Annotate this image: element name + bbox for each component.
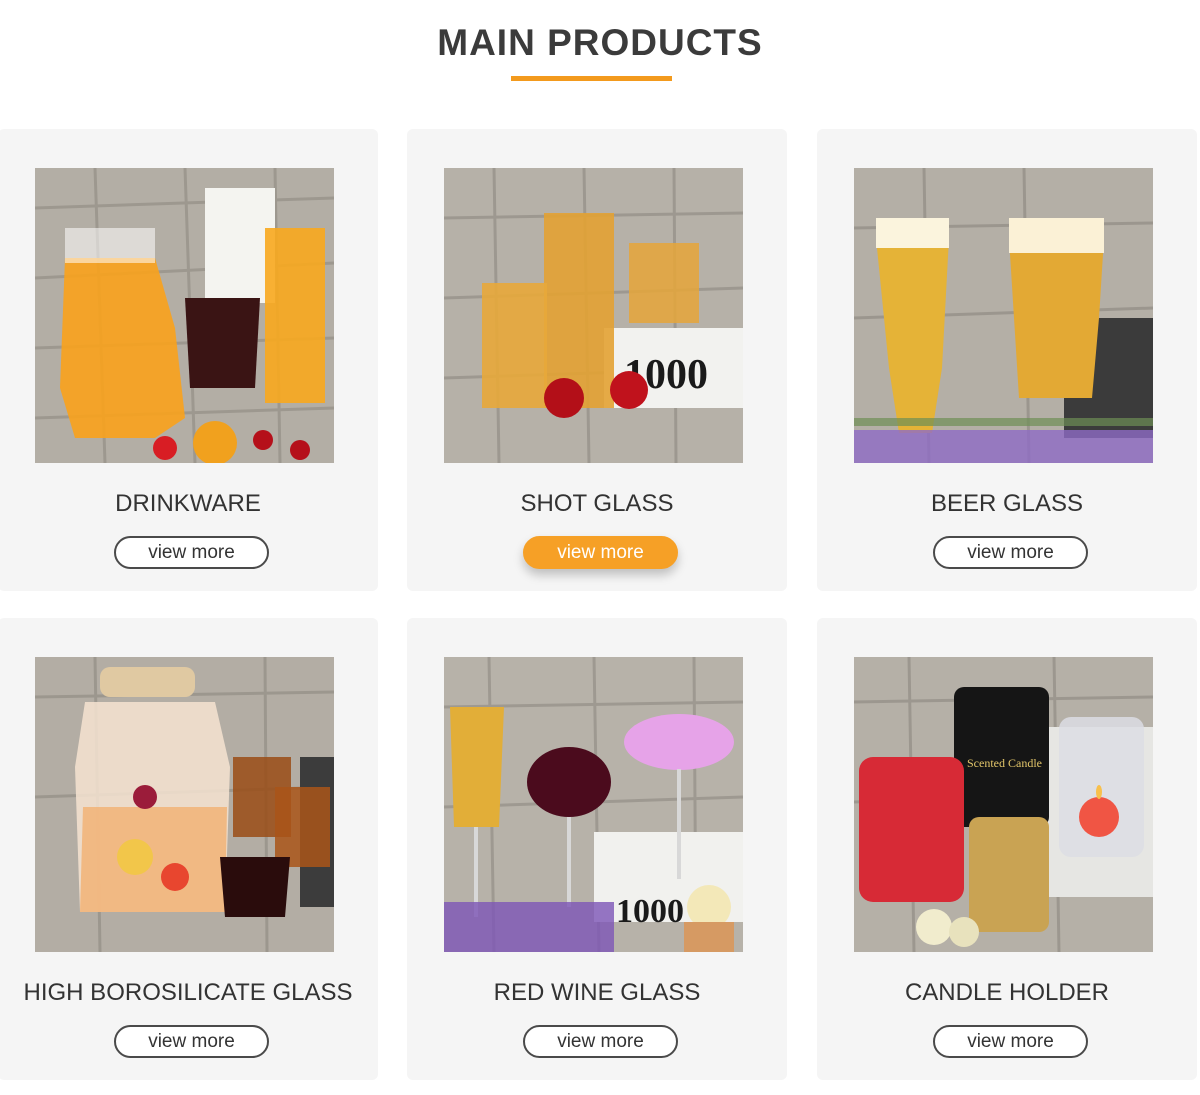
- product-photo-candle-holder[interactable]: Scented Candle: [854, 657, 1153, 952]
- product-photo-high-borosilicate-glass[interactable]: [35, 657, 334, 952]
- title-underline: [511, 76, 672, 81]
- product-photo-shot-glass[interactable]: 1000: [444, 168, 743, 463]
- view-more-button[interactable]: view more: [933, 1025, 1088, 1058]
- product-card-candle-holder[interactable]: Scented Candle CANDLE HOLDER view more: [817, 618, 1197, 1080]
- product-photo-drinkware[interactable]: [35, 168, 334, 463]
- product-name: BEER GLASS: [930, 490, 1084, 517]
- product-card-drinkware[interactable]: DRINKWARE view more: [0, 129, 378, 591]
- view-more-button[interactable]: view more: [933, 536, 1088, 569]
- product-photo-beer-glass[interactable]: [854, 168, 1153, 463]
- book-number: 1000: [616, 893, 684, 930]
- section-title: MAIN PRODUCTS: [437, 22, 763, 63]
- product-name: CANDLE HOLDER: [904, 979, 1110, 1006]
- product-card-high-borosilicate-glass[interactable]: HIGH BOROSILICATE GLASS view more: [0, 618, 378, 1080]
- candle-label: Scented Candle: [967, 756, 1042, 770]
- view-more-button[interactable]: view more: [114, 1025, 269, 1058]
- product-name: HIGH BOROSILICATE GLASS: [23, 979, 353, 1006]
- product-photo-red-wine-glass[interactable]: 1000: [444, 657, 743, 952]
- product-card-red-wine-glass[interactable]: 1000 RED WINE GLASS view more: [407, 618, 787, 1080]
- product-name: SHOT GLASS: [520, 490, 674, 517]
- view-more-button[interactable]: view more: [523, 1025, 678, 1058]
- product-card-beer-glass[interactable]: BEER GLASS view more: [817, 129, 1197, 591]
- product-name: DRINKWARE: [115, 490, 261, 517]
- view-more-button[interactable]: view more: [523, 536, 678, 569]
- product-name: RED WINE GLASS: [493, 979, 701, 1006]
- view-more-button[interactable]: view more: [114, 536, 269, 569]
- product-card-shot-glass[interactable]: 1000 SHOT GLASS view more: [407, 129, 787, 591]
- main-products-section: MAIN PRODUCTS DRINKWARE view more 1000 S…: [0, 0, 1200, 1095]
